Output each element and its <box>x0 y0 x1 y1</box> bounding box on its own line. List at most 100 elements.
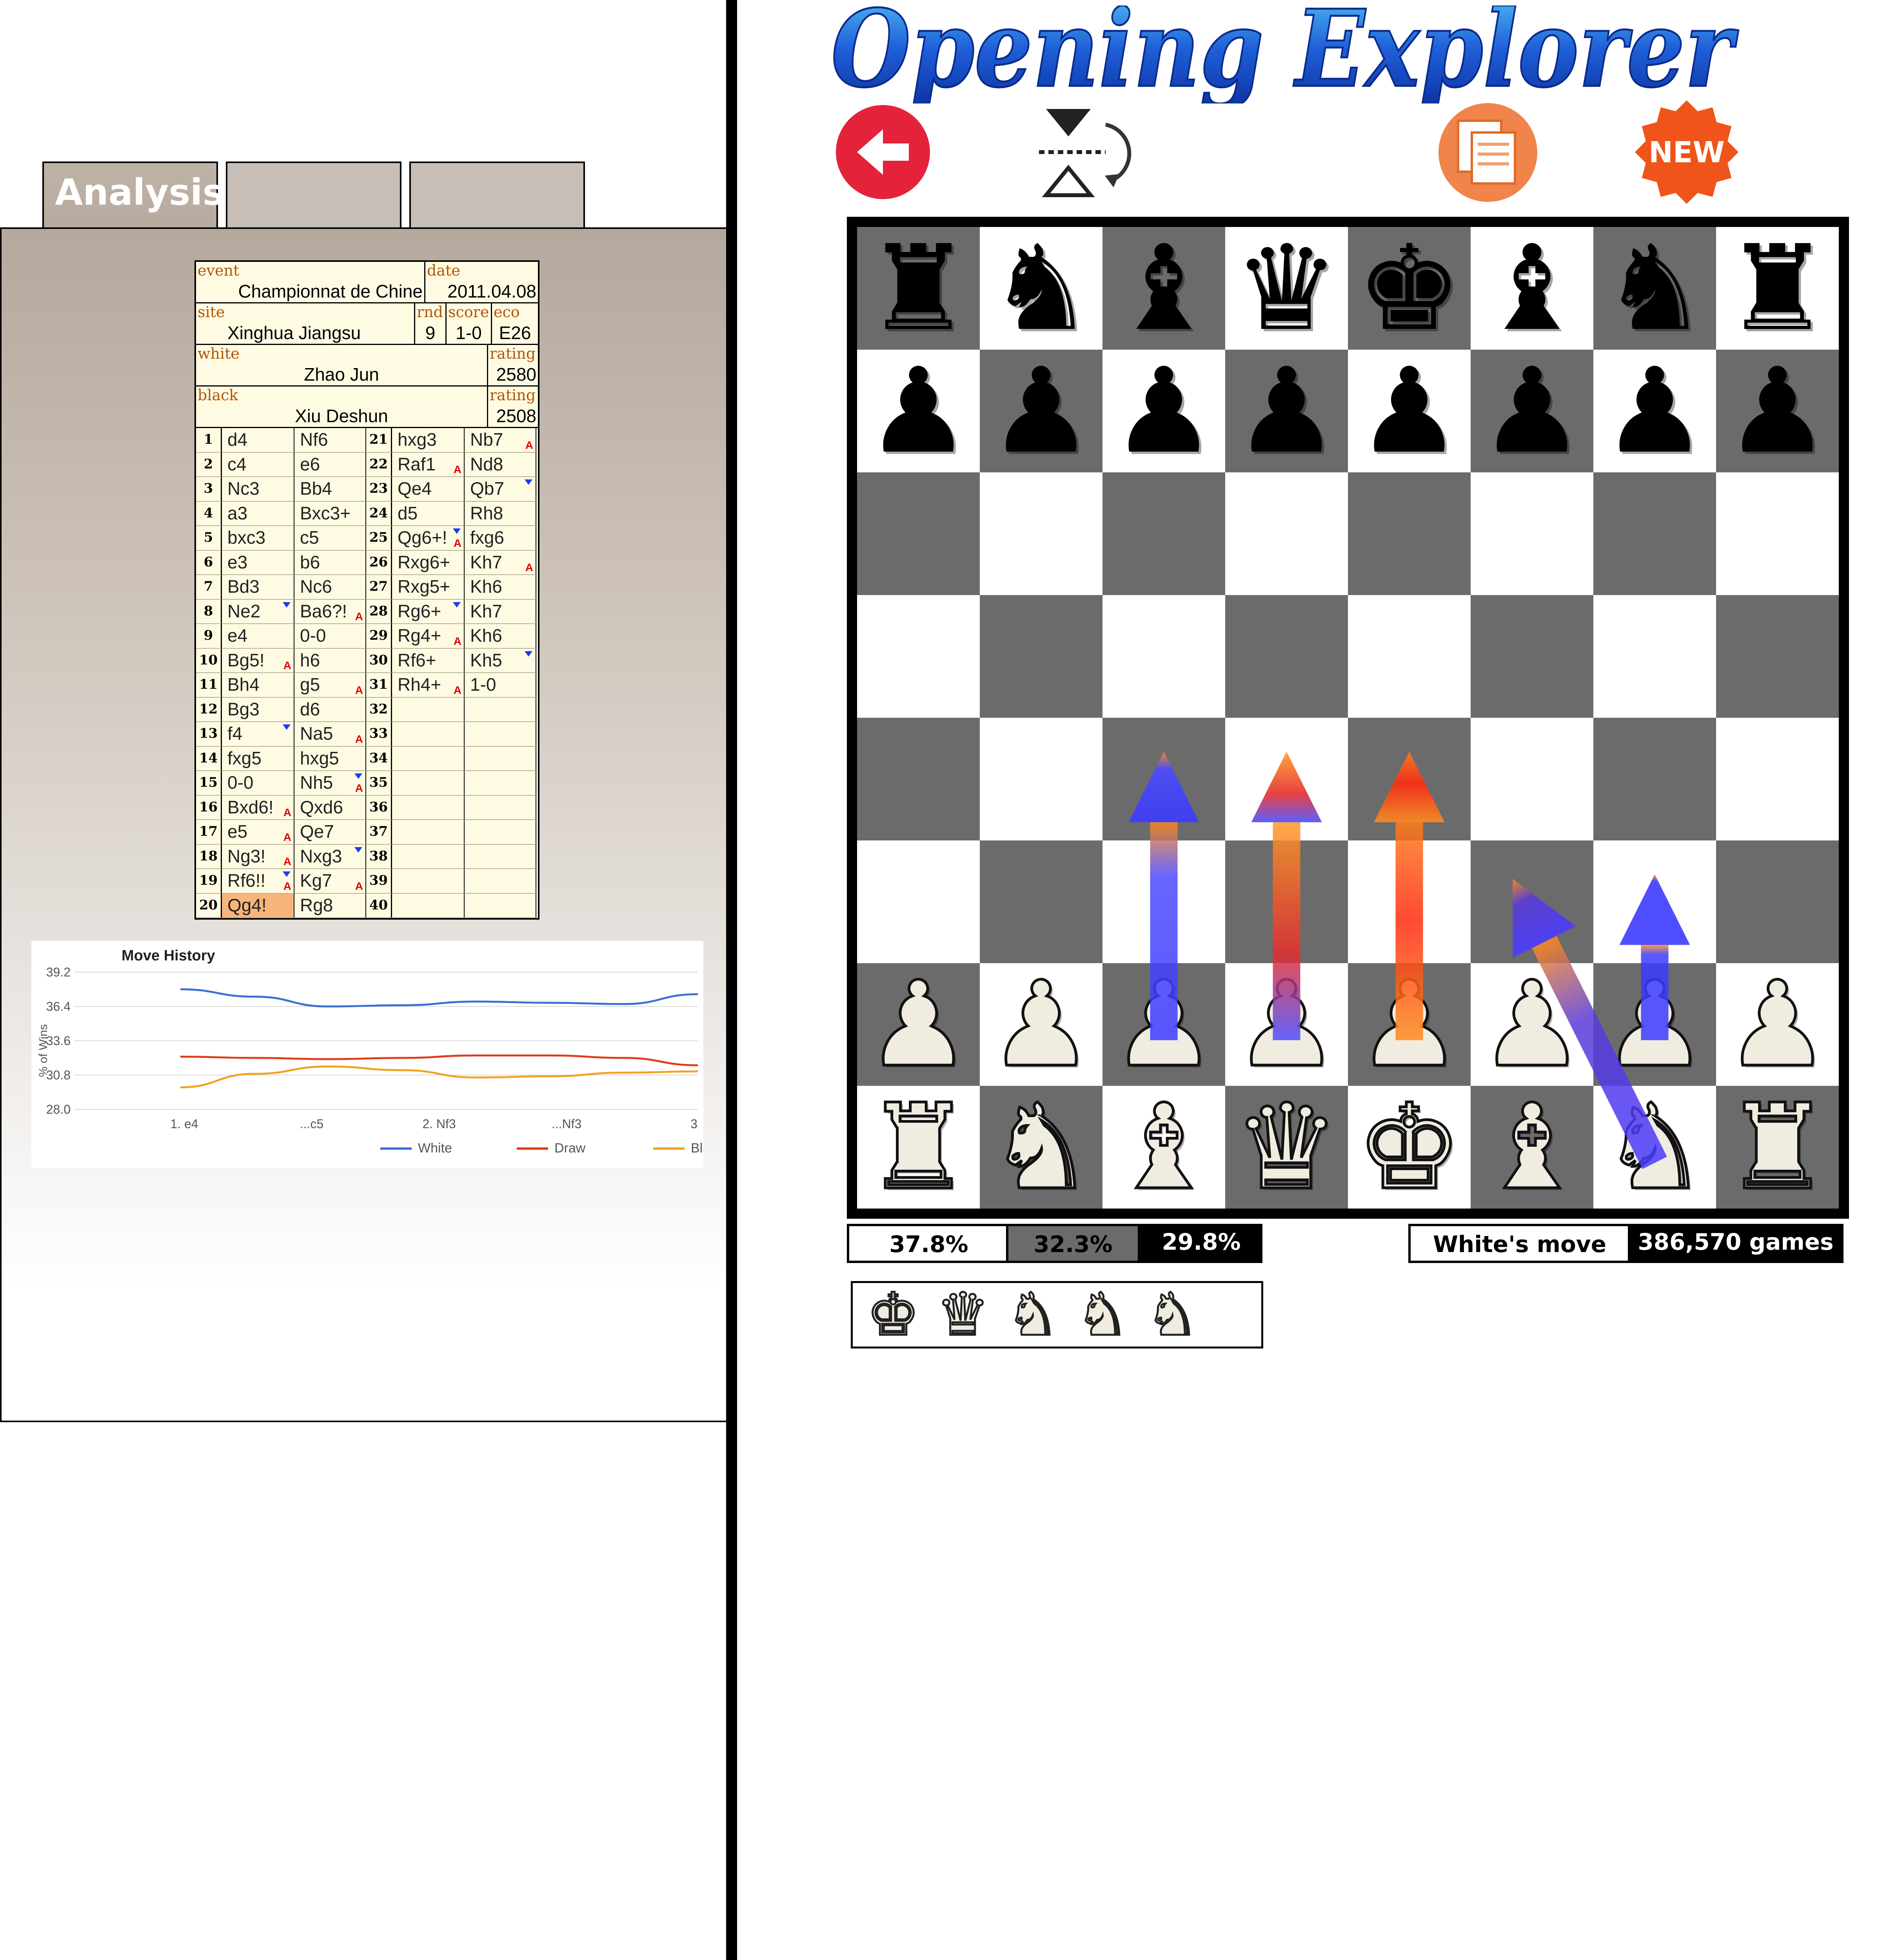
white-pawn-icon[interactable]: ♟ <box>1355 964 1464 1085</box>
white-move[interactable]: f4 <box>222 722 294 747</box>
white-move[interactable]: fxg5 <box>222 746 294 771</box>
black-move[interactable]: Qxd6 <box>294 795 366 820</box>
white-move[interactable]: Rxg5+ <box>392 575 465 600</box>
black-rook-icon[interactable]: ♜ <box>866 229 971 347</box>
white-pawn-icon[interactable]: ♟ <box>987 964 1095 1085</box>
black-move[interactable]: Kh7 A <box>465 550 536 575</box>
square-b8[interactable]: ♞ <box>980 227 1102 350</box>
white-move[interactable]: d5 <box>392 501 465 526</box>
new-game-badge[interactable]: NEW <box>1634 100 1739 205</box>
white-knight-icon[interactable]: ♞ <box>1601 1087 1709 1207</box>
square-c8[interactable]: ♝ <box>1102 227 1225 350</box>
white-move[interactable]: Rg6+ <box>392 599 465 624</box>
square-g4[interactable] <box>1593 718 1716 840</box>
black-pawn-icon[interactable]: ♟ <box>1357 352 1462 470</box>
square-a7[interactable]: ♟ <box>857 350 980 472</box>
square-e6[interactable] <box>1348 472 1471 595</box>
white-move[interactable]: Raf1 A <box>392 452 465 477</box>
square-f8[interactable]: ♝ <box>1471 227 1593 350</box>
white-move[interactable]: bxc3 <box>222 526 294 551</box>
white-move[interactable]: Rg4+ A <box>392 624 465 649</box>
black-move[interactable]: Kh6 <box>465 575 536 600</box>
white-knight-icon[interactable]: ♞ <box>998 1283 1068 1347</box>
square-g3[interactable] <box>1593 840 1716 963</box>
square-g5[interactable] <box>1593 595 1716 718</box>
square-b2[interactable]: ♟ <box>980 963 1102 1086</box>
black-move[interactable]: h6 <box>294 648 366 673</box>
square-f2[interactable]: ♟ <box>1471 963 1593 1086</box>
black-knight-icon[interactable]: ♞ <box>988 229 1094 347</box>
square-h4[interactable] <box>1716 718 1839 840</box>
white-move[interactable]: Rh4+ A <box>392 673 465 698</box>
tab-3[interactable] <box>409 162 585 228</box>
white-move[interactable]: Rf6+ <box>392 648 465 673</box>
white-pawn-icon[interactable]: ♟ <box>1233 964 1341 1085</box>
black-move[interactable]: Qb7 <box>465 477 536 502</box>
square-e2[interactable]: ♟ <box>1348 963 1471 1086</box>
square-e4[interactable] <box>1348 718 1471 840</box>
square-d2[interactable]: ♟ <box>1225 963 1348 1086</box>
white-pawn-icon[interactable]: ♟ <box>1110 964 1218 1085</box>
white-queen-icon[interactable]: ♛ <box>928 1283 998 1347</box>
square-g1[interactable]: ♞ <box>1593 1086 1716 1209</box>
black-pawn-icon[interactable]: ♟ <box>988 352 1094 470</box>
black-move[interactable]: Rg8 <box>294 893 366 918</box>
white-move[interactable]: Ng3! A <box>222 844 294 869</box>
white-move[interactable]: a3 <box>222 501 294 526</box>
square-d7[interactable]: ♟ <box>1225 350 1348 472</box>
white-move[interactable]: Nc3 <box>222 477 294 502</box>
copy-icon[interactable] <box>1437 101 1539 204</box>
black-pawn-icon[interactable]: ♟ <box>1111 352 1217 470</box>
chess-board[interactable]: ♜ ♞ ♝ ♛ ♚ ♝ ♞ ♜ ♟ ♟ ♟ ♟ ♟ ♟ ♟ ♟ ♟ ♟ ♟ ♟ ♟ ♟ ♟ ♟ ♜ ♞ ♝ ♛ ♚ ♝ ♞ ♜ <box>847 217 1849 1219</box>
black-bishop-icon[interactable]: ♝ <box>1479 229 1585 347</box>
square-a2[interactable]: ♟ <box>857 963 980 1086</box>
square-d3[interactable] <box>1225 840 1348 963</box>
black-pawn-icon[interactable]: ♟ <box>1479 352 1585 470</box>
black-move[interactable]: e6 <box>294 452 366 477</box>
square-f5[interactable] <box>1471 595 1593 718</box>
square-d8[interactable]: ♛ <box>1225 227 1348 350</box>
white-move[interactable]: e5 A <box>222 820 294 845</box>
white-pawn-icon[interactable]: ♟ <box>865 964 973 1085</box>
black-move[interactable]: Nc6 <box>294 575 366 600</box>
black-move[interactable]: d6 <box>294 697 366 722</box>
black-move[interactable]: Kh7 <box>465 599 536 624</box>
square-f4[interactable] <box>1471 718 1593 840</box>
black-knight-icon[interactable]: ♞ <box>1602 229 1707 347</box>
white-move[interactable]: Bg3 <box>222 697 294 722</box>
square-a5[interactable] <box>857 595 980 718</box>
black-move[interactable]: Nb7 A <box>465 428 536 453</box>
white-move[interactable]: d4 <box>222 428 294 453</box>
white-pawn-icon[interactable]: ♟ <box>1724 964 1832 1085</box>
square-a6[interactable] <box>857 472 980 595</box>
white-move[interactable]: Bh4 <box>222 673 294 698</box>
square-h8[interactable]: ♜ <box>1716 227 1839 350</box>
white-king-icon[interactable]: ♚ <box>1355 1087 1464 1207</box>
white-king-icon[interactable]: ♚ <box>858 1283 928 1347</box>
square-c5[interactable] <box>1102 595 1225 718</box>
square-f1[interactable]: ♝ <box>1471 1086 1593 1209</box>
black-rook-icon[interactable]: ♜ <box>1725 229 1830 347</box>
white-move[interactable]: 0-0 <box>222 771 294 796</box>
white-move[interactable]: Ne2 <box>222 599 294 624</box>
white-move[interactable]: hxg3 <box>392 428 465 453</box>
white-move[interactable]: Rxg6+ <box>392 550 465 575</box>
square-g2[interactable]: ♟ <box>1593 963 1716 1086</box>
flip-board-icon[interactable] <box>1035 105 1141 199</box>
square-b4[interactable] <box>980 718 1102 840</box>
black-bishop-icon[interactable]: ♝ <box>1111 229 1217 347</box>
square-b6[interactable] <box>980 472 1102 595</box>
black-king-icon[interactable]: ♚ <box>1357 229 1462 347</box>
square-f6[interactable] <box>1471 472 1593 595</box>
white-move[interactable]: Bd3 <box>222 575 294 600</box>
white-move[interactable]: Bxd6! A <box>222 795 294 820</box>
square-c6[interactable] <box>1102 472 1225 595</box>
black-move[interactable]: Nd8 <box>465 452 536 477</box>
black-move[interactable]: Kh5 <box>465 648 536 673</box>
black-move[interactable]: Nh5 A <box>294 771 366 796</box>
black-move[interactable]: hxg5 <box>294 746 366 771</box>
square-c1[interactable]: ♝ <box>1102 1086 1225 1209</box>
white-knight-icon[interactable]: ♞ <box>987 1087 1095 1207</box>
black-move[interactable]: Nf6 <box>294 428 366 453</box>
square-d4[interactable] <box>1225 718 1348 840</box>
